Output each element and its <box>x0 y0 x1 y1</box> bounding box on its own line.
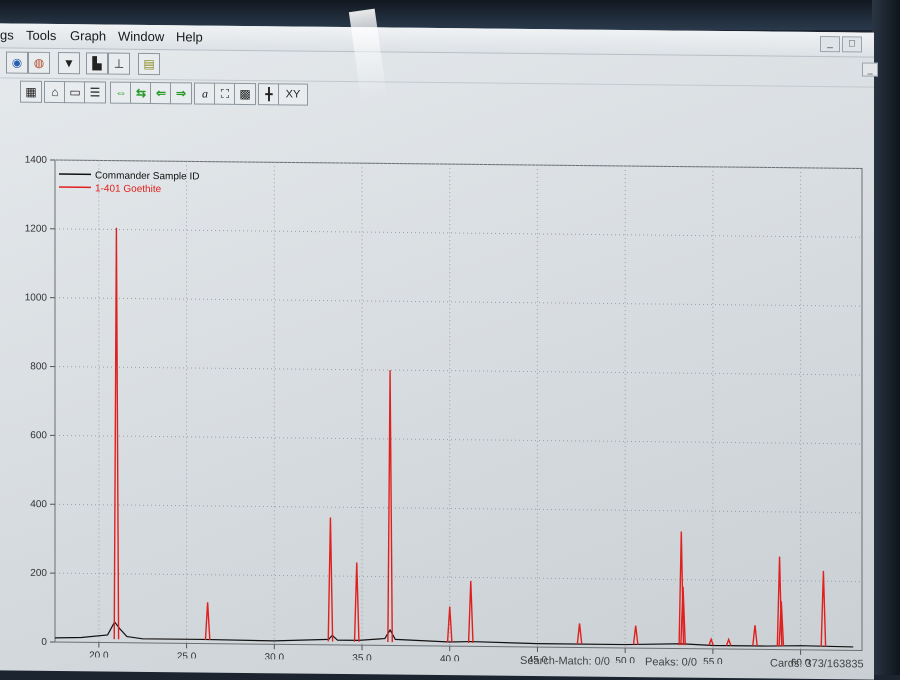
minimize-button[interactable]: _ <box>820 36 840 52</box>
y-tick-label: 600 <box>30 430 47 441</box>
peak-goethite <box>709 639 713 645</box>
crosshair-icon[interactable]: ╋ <box>258 83 280 105</box>
scroll-both-icon[interactable]: ⇆ <box>130 82 152 104</box>
scroll-left-icon[interactable]: ⇐ <box>150 82 172 104</box>
y-gridline <box>55 229 862 237</box>
x-tick-label: 40.0 <box>440 654 460 665</box>
graph-toolbar: ▦ ⌂ ▭ ☰ ⇔ ⇆ ⇐ ⇒ a ⛶ ▩ ╋ XY <box>14 79 314 108</box>
scroll-right-icon[interactable]: ⇒ <box>170 82 192 104</box>
database-icon[interactable]: ◍ <box>28 52 50 74</box>
y-tick-label: 1200 <box>25 224 48 235</box>
print-icon[interactable]: ▦ <box>20 81 42 103</box>
y-gridline <box>55 573 862 581</box>
y-tick-label: 400 <box>30 499 47 510</box>
expand-icon[interactable]: ⇔ <box>110 82 132 104</box>
peak-goethite <box>388 370 392 642</box>
network-icon[interactable]: ◉ <box>6 51 28 73</box>
x-tick-label: 50.0 <box>615 656 635 666</box>
menu-help[interactable]: Help <box>176 29 203 44</box>
xy-button[interactable]: XY <box>278 83 308 105</box>
x-tick-label: 20.0 <box>89 650 109 661</box>
application-window: gs Tools Graph Window Help _ □ ◉ ◍ ▼ ▙ ⊥… <box>0 23 874 679</box>
zoom-out-icon[interactable]: ▭ <box>64 81 86 103</box>
peak-goethite <box>633 626 637 645</box>
peak-goethite <box>328 517 332 641</box>
peak-goethite <box>114 228 118 639</box>
text-tool-icon[interactable]: a <box>194 82 216 104</box>
y-gridline <box>55 367 862 375</box>
peak-goethite <box>753 625 757 646</box>
list-icon[interactable]: ☰ <box>84 81 106 103</box>
inner-minimize-button[interactable]: _ <box>862 62 878 76</box>
y-tick-label: 0 <box>41 637 47 648</box>
peak-goethite <box>469 581 473 643</box>
plot-frame <box>55 160 862 650</box>
x-tick-label: 55.0 <box>703 657 723 666</box>
peaks-icon[interactable]: ⊥ <box>108 53 130 75</box>
legend-label: Commander Sample ID <box>95 170 199 182</box>
y-tick-label: 1400 <box>25 155 48 166</box>
x-tick-label: 25.0 <box>177 651 197 662</box>
maximize-button[interactable]: □ <box>842 36 862 52</box>
cards-status: Cards: 373/163835 <box>770 657 864 670</box>
peak-goethite <box>355 563 359 642</box>
histogram-icon[interactable]: ▙ <box>86 52 108 74</box>
peaks-status: Peaks: 0/0 <box>645 656 697 669</box>
peak-goethite <box>577 623 581 644</box>
y-gridline <box>55 298 862 306</box>
y-gridline <box>55 435 862 443</box>
monitor-bezel-right <box>872 0 900 675</box>
menu-tools[interactable]: Tools <box>26 28 56 43</box>
y-tick-label: 1000 <box>25 292 48 303</box>
crop-icon[interactable]: ⛶ <box>214 83 236 105</box>
menu-settings[interactable]: gs <box>0 27 14 42</box>
diffraction-chart: 0 200 400 600 800 1000 1200 1400 20.0 25.0 30.0 35.… <box>0 111 874 665</box>
y-gridline <box>55 504 862 512</box>
chart-area: 0 200 400 600 800 1000 1200 1400 20.0 25.0 30.0 35.… <box>0 111 874 665</box>
y-tick-label: 200 <box>30 568 47 579</box>
search-match-status: Search-Match: 0/0 <box>520 655 610 668</box>
menu-graph[interactable]: Graph <box>70 28 106 43</box>
peak-goethite <box>726 639 730 645</box>
x-tick-label: 35.0 <box>352 653 372 664</box>
legend-label: 1-401 Goethite <box>95 183 162 195</box>
peak-goethite <box>821 571 825 647</box>
report-icon[interactable]: ▤ <box>138 53 160 75</box>
home-icon[interactable]: ⌂ <box>44 81 66 103</box>
menu-window[interactable]: Window <box>118 29 164 44</box>
x-tick-label: 30.0 <box>265 652 285 663</box>
pattern-icon[interactable]: ▼ <box>58 52 80 74</box>
grid-icon[interactable]: ▩ <box>234 83 256 105</box>
y-tick-label: 800 <box>30 361 47 372</box>
peak-goethite <box>205 602 209 640</box>
